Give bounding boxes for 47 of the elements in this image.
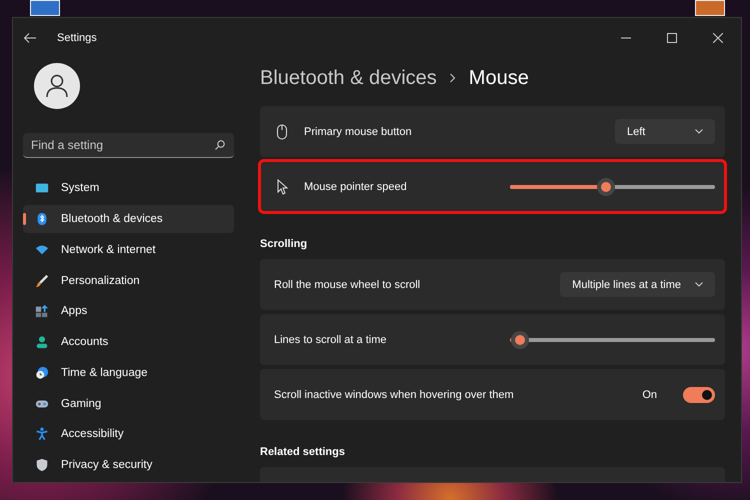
search-icon bbox=[215, 140, 225, 150]
category-icon bbox=[35, 212, 49, 226]
sidebar-item[interactable]: Bluetooth & devices bbox=[23, 205, 234, 234]
sidebar-item[interactable]: Gaming bbox=[23, 390, 234, 418]
search-field[interactable]: Find a setting bbox=[23, 132, 234, 158]
avatar[interactable] bbox=[34, 63, 80, 109]
dropdown[interactable]: Multiple lines at a time bbox=[560, 272, 715, 297]
sidebar-item[interactable]: Accounts bbox=[23, 328, 234, 356]
maximize-icon bbox=[667, 33, 677, 43]
close-icon bbox=[713, 33, 723, 43]
slider-thumb[interactable] bbox=[597, 178, 616, 196]
chevron-down-icon bbox=[695, 129, 703, 134]
back-arrow-icon[interactable] bbox=[23, 31, 37, 45]
category-icon bbox=[35, 274, 49, 288]
sidebar-item[interactable]: System bbox=[23, 174, 234, 202]
setting-label: Roll the mouse wheel to scroll bbox=[274, 278, 422, 290]
sidebar-item[interactable]: Time & language bbox=[23, 359, 234, 387]
dropdown[interactable]: Left bbox=[615, 119, 715, 144]
sidebar-item[interactable]: Apps bbox=[23, 298, 234, 326]
chevron-right-icon bbox=[448, 73, 457, 83]
setting-label: Lines to scroll at a time bbox=[274, 334, 388, 346]
breadcrumb-item: Mouse bbox=[468, 66, 529, 90]
section-heading: Scrolling bbox=[260, 238, 308, 250]
sidebar-item[interactable]: Privacy & security bbox=[23, 451, 234, 480]
sidebar-item[interactable]: Accessibility bbox=[23, 420, 234, 448]
chevron-down-icon bbox=[695, 282, 703, 287]
sidebar-item[interactable]: Personalization bbox=[23, 266, 234, 295]
sidebar-item[interactable]: Network & internet bbox=[23, 236, 234, 264]
category-icon bbox=[35, 181, 49, 196]
category-icon bbox=[35, 335, 49, 350]
category-icon bbox=[35, 304, 49, 318]
category-icon bbox=[35, 427, 49, 442]
category-icon bbox=[35, 366, 49, 380]
category-icon bbox=[35, 242, 49, 257]
mouse-icon bbox=[274, 124, 290, 140]
desktop-icon[interactable] bbox=[30, 0, 60, 16]
setting-label: Scroll inactive windows when hovering over them bbox=[274, 388, 515, 400]
category-icon bbox=[35, 458, 49, 472]
desktop-icon[interactable] bbox=[695, 0, 725, 16]
breadcrumb-item[interactable]: Bluetooth & devices bbox=[260, 66, 437, 90]
window-title: Settings bbox=[57, 32, 98, 44]
toggle-state: On bbox=[642, 388, 657, 400]
section-heading: Related settings bbox=[260, 446, 346, 458]
slider-thumb[interactable] bbox=[511, 330, 530, 348]
toggle-switch[interactable] bbox=[683, 386, 715, 402]
setting-label: Mouse pointer speed bbox=[304, 180, 408, 192]
setting-label: Primary mouse button bbox=[304, 126, 413, 138]
